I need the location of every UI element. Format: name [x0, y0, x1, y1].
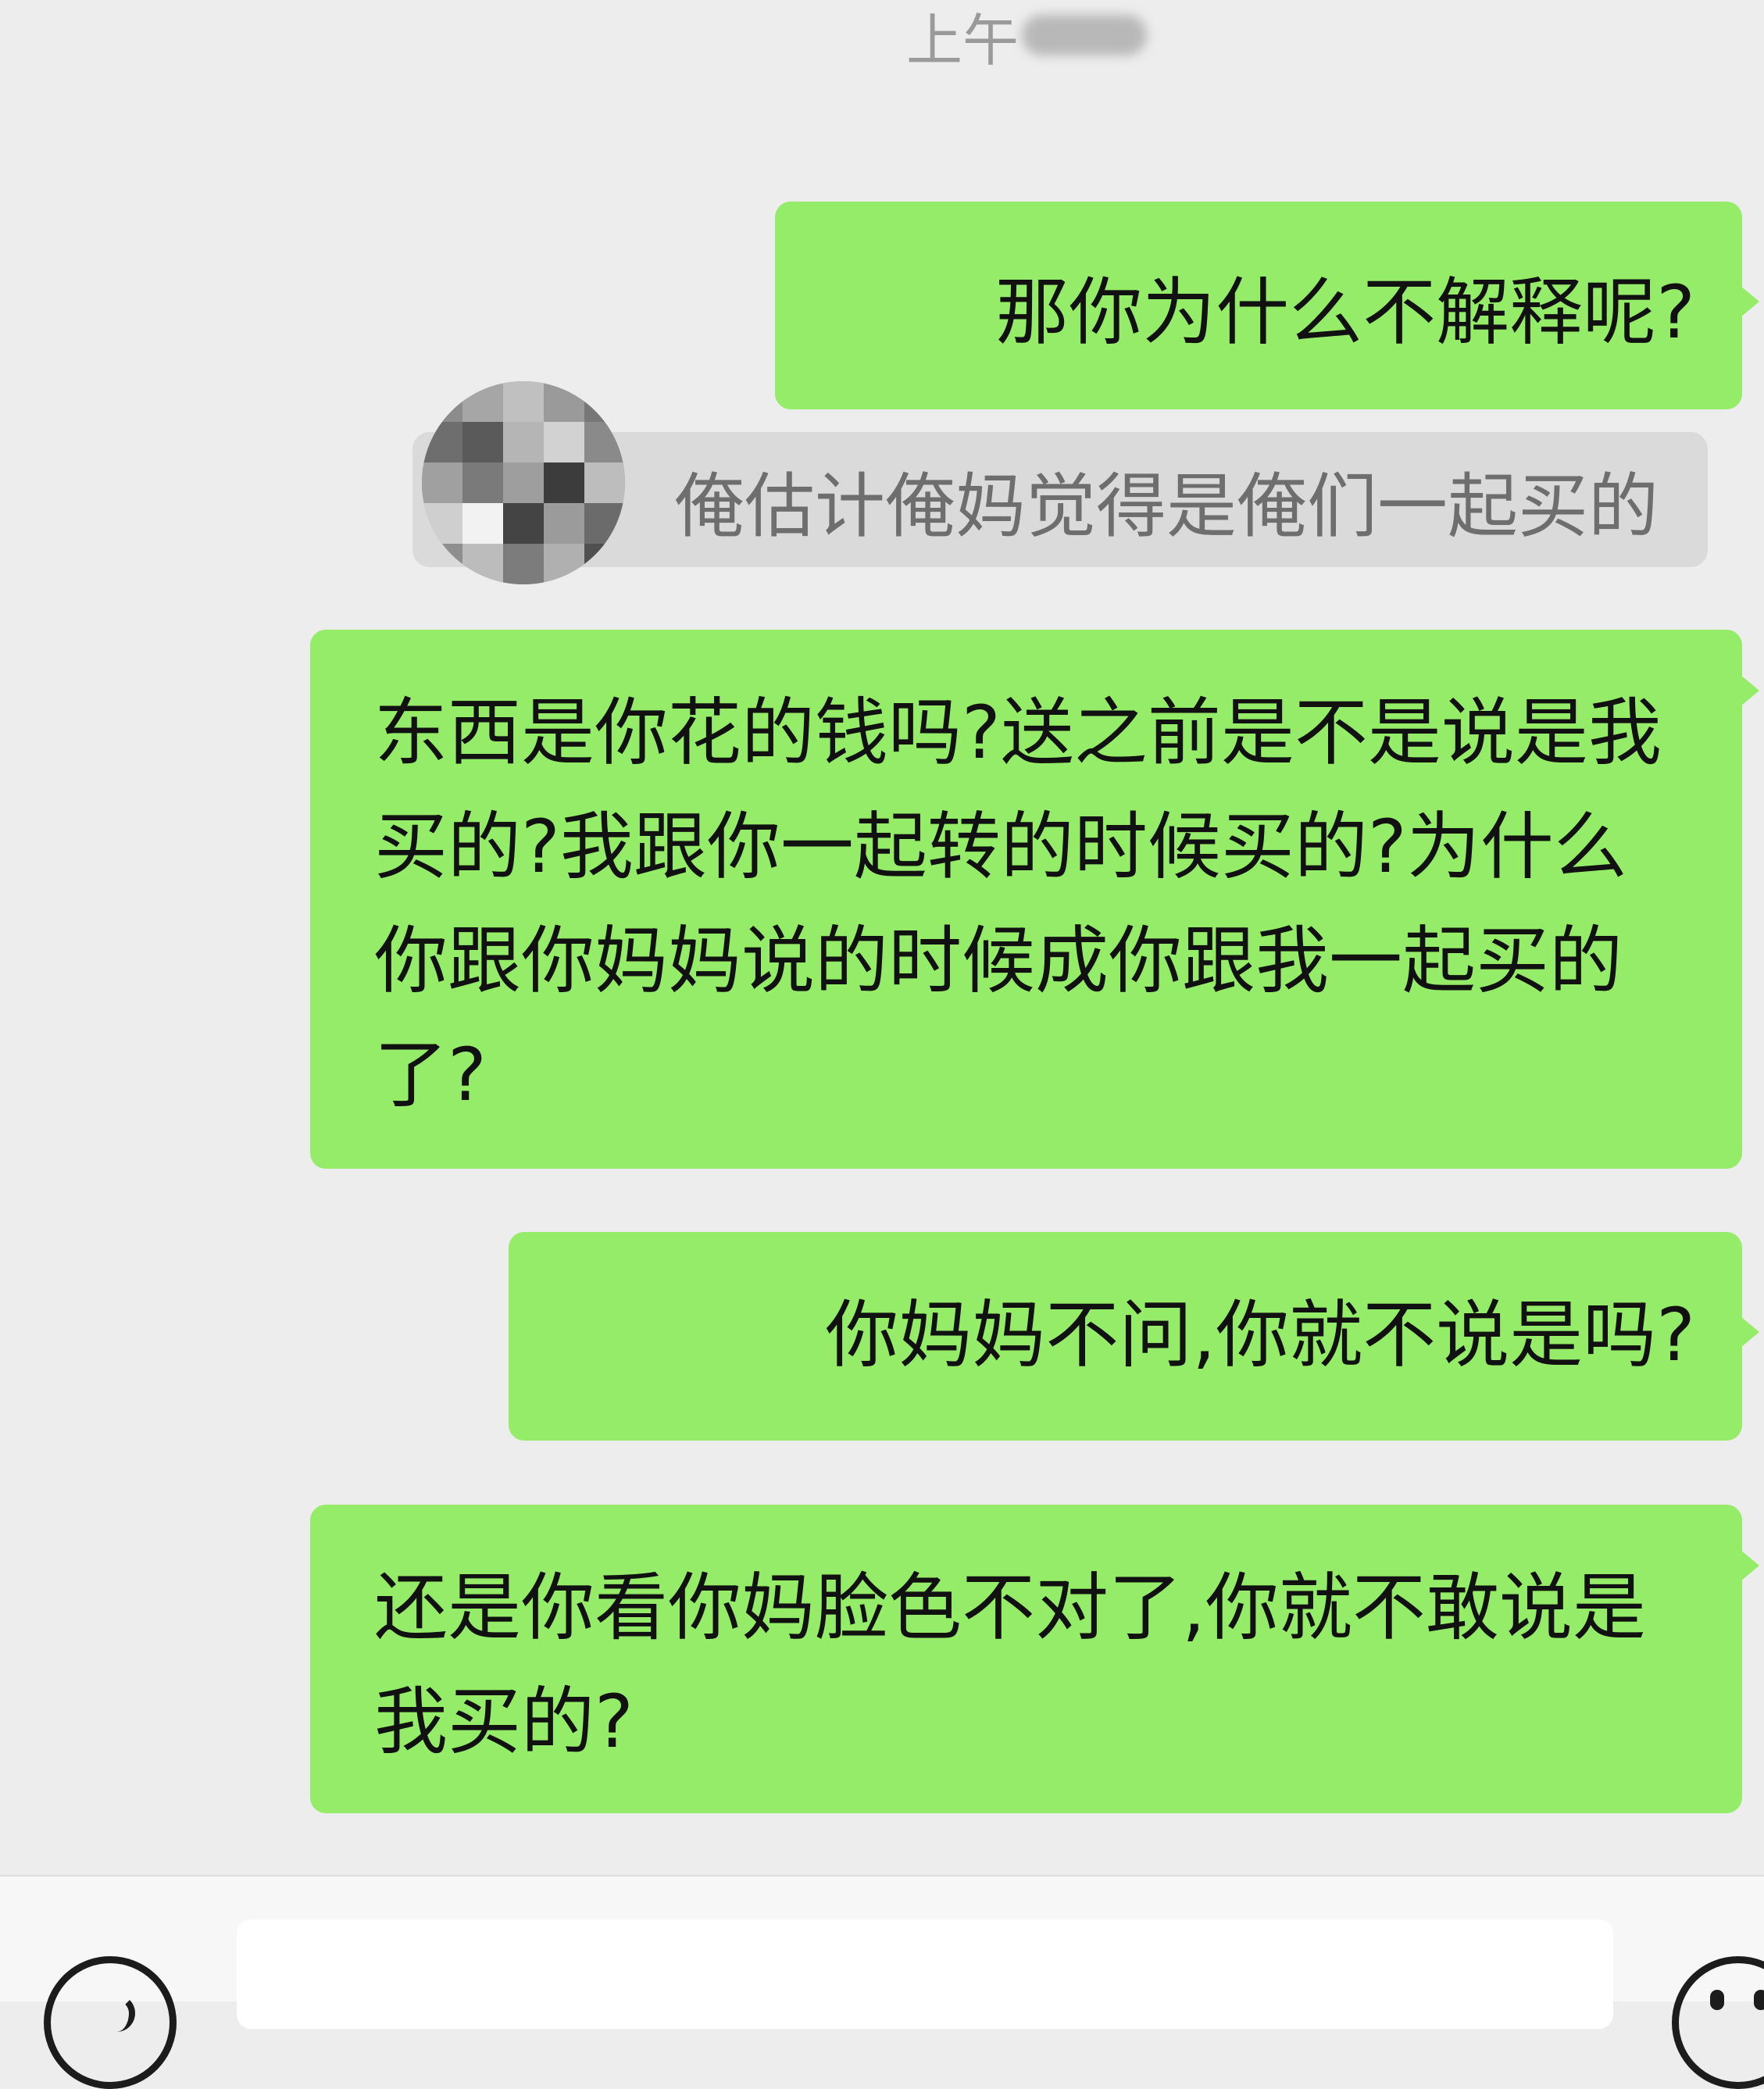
message-text: 东西是你花的钱吗?送之前是不是说是我买的?我跟你一起转的时候买的?为什么你跟你妈… [374, 691, 1662, 1118]
message-text: 那你为什么不解释呢? [995, 270, 1695, 355]
bubble-tail [1741, 675, 1759, 706]
chat-input-bar [0, 1875, 1764, 2089]
bubble-tail [1741, 1316, 1759, 1348]
emoji-eye-right-icon [1754, 1990, 1764, 2010]
voice-wave-icon [98, 1994, 135, 2032]
chat-message-area[interactable]: 上午 那你为什么不解释呢? 俺估计俺妈觉得是俺们一起买的 东西是你花的钱吗?送之… [0, 0, 1764, 1875]
timestamp-time-redacted [1022, 15, 1148, 55]
avatar-pixelated-image [422, 381, 625, 584]
avatar[interactable] [422, 381, 625, 584]
bubble-tail [1741, 1550, 1759, 1581]
message-bubble-self[interactable]: 东西是你花的钱吗?送之前是不是说是我买的?我跟你一起转的时候买的?为什么你跟你妈… [310, 630, 1759, 1169]
emoji-icon[interactable] [1672, 1956, 1764, 2089]
bubble-tail [1741, 286, 1759, 317]
message-bubble-self[interactable]: 那你为什么不解释呢? [775, 202, 1759, 409]
message-text: 还是你看你妈脸色不对了,你就不敢说是我买的? [374, 1566, 1646, 1765]
message-input[interactable] [237, 1919, 1613, 2029]
message-bubble-self[interactable]: 还是你看你妈脸色不对了,你就不敢说是我买的? [310, 1505, 1759, 1813]
message-text: 你妈妈不问,你就不说是吗? [825, 1293, 1695, 1378]
message-bubble-self[interactable]: 你妈妈不问,你就不说是吗? [509, 1232, 1759, 1441]
quoted-reply-text: 俺估计俺妈觉得是俺们一起买的 [674, 465, 1659, 548]
voice-icon[interactable] [44, 1956, 177, 2089]
timestamp-label: 上午 [906, 7, 1019, 73]
emoji-eye-left-icon [1710, 1990, 1724, 2010]
message-timestamp: 上午 [906, 0, 1148, 73]
